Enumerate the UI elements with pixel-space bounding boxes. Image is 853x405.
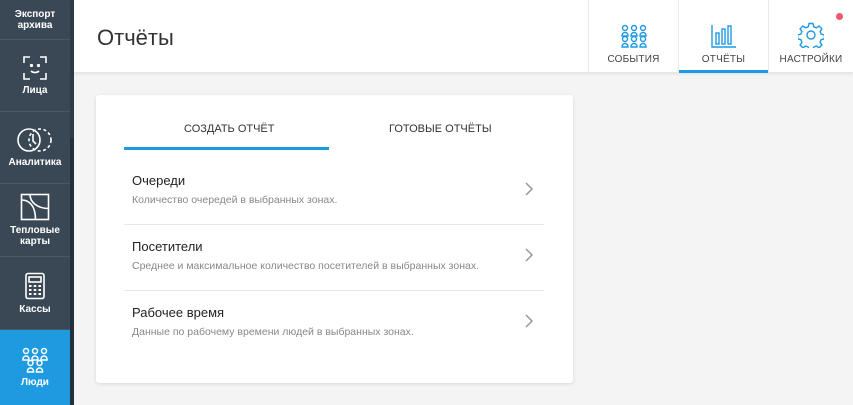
sidebar-item-label: Лица — [22, 85, 48, 96]
report-item-title: Посетители — [132, 239, 203, 254]
sidebar-item-analytics[interactable]: Аналитика — [0, 112, 70, 184]
tab-settings[interactable]: НАСТРОЙКИ — [768, 0, 853, 73]
report-item-queues[interactable]: Очереди Количество очередей в выбранных … — [124, 159, 544, 225]
tab-label: НАСТРОЙКИ — [779, 54, 843, 65]
report-item-title: Очереди — [132, 173, 186, 188]
page-title: Отчёты — [97, 25, 174, 50]
tab-reports[interactable]: ОТЧЁТЫ — [678, 0, 768, 73]
tab-active-underline — [679, 70, 768, 73]
gear-icon — [798, 22, 824, 48]
chevron-right-icon — [525, 182, 534, 196]
people-icon — [22, 347, 48, 373]
card-tab-underline — [124, 147, 329, 150]
sidebar-item-label: Аналитика — [8, 157, 62, 168]
tab-create-report[interactable]: СОЗДАТЬ ОТЧЁТ — [184, 123, 275, 135]
sidebar: Экспорт архива Лица Аналитика Тепловые к… — [0, 0, 74, 405]
report-item-description: Количество очередей в выбранных зонах. — [132, 194, 338, 206]
chevron-right-icon — [525, 314, 534, 328]
bar-chart-icon — [710, 25, 736, 48]
people-group-icon — [620, 24, 647, 48]
face-scan-icon — [23, 56, 47, 80]
header: Отчёты СОБЫТИЯ ОТЧЁТЫ НАСТРОЙКИ — [74, 0, 853, 73]
sidebar-item-label: Экспорт архива — [14, 8, 56, 31]
sidebar-item-label: Тепловые карты — [10, 225, 60, 247]
tab-ready-reports[interactable]: ГОТОВЫЕ ОТЧЁТЫ — [389, 123, 492, 135]
tab-label: СОБЫТИЯ — [607, 54, 660, 65]
tab-events[interactable]: СОБЫТИЯ — [588, 0, 678, 73]
heatmap-icon — [20, 193, 50, 221]
sidebar-item-heatmaps[interactable]: Тепловые карты — [0, 184, 70, 257]
report-item-title: Рабочее время — [132, 305, 225, 320]
sidebar-item-archive-export[interactable]: Экспорт архива — [0, 0, 70, 40]
sidebar-item-people[interactable]: Люди — [0, 330, 70, 405]
analytics-icon — [17, 128, 52, 152]
sidebar-item-label: Кассы — [19, 303, 51, 315]
report-item-description: Данные по рабочему времени людей в выбра… — [132, 326, 414, 338]
sidebar-item-cash-registers[interactable]: Кассы — [0, 257, 70, 330]
report-item-visitors[interactable]: Посетители Среднее и максимальное количе… — [124, 225, 544, 291]
sidebar-item-label: Люди — [21, 377, 49, 388]
cash-register-icon — [25, 272, 45, 299]
sidebar-item-faces[interactable]: Лица — [0, 40, 70, 112]
notification-dot — [836, 13, 843, 20]
report-item-description: Среднее и максимальное количество посети… — [132, 260, 480, 272]
chevron-right-icon — [525, 248, 534, 262]
sidebar-scrollbar-thumb[interactable] — [70, 138, 74, 405]
report-item-working-time[interactable]: Рабочее время Данные по рабочему времени… — [124, 291, 544, 357]
tab-label: ОТЧЁТЫ — [701, 54, 746, 65]
report-card: СОЗДАТЬ ОТЧЁТ ГОТОВЫЕ ОТЧЁТЫ Очереди Кол… — [96, 95, 573, 383]
